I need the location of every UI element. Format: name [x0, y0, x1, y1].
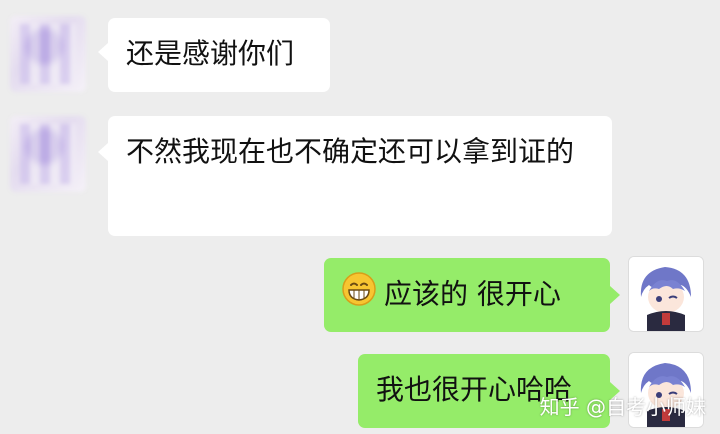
watermark: 知乎 @自考小师妹: [539, 395, 706, 419]
bubble-tail: [610, 286, 620, 304]
my-avatar[interactable]: [628, 256, 704, 332]
contact-avatar[interactable]: [10, 16, 86, 92]
bubble-tail: [98, 143, 108, 161]
message-bubble-incoming[interactable]: 不然我现在也不确定还可以拿到证的: [108, 116, 612, 236]
message-bubble-incoming[interactable]: 还是感谢你们: [108, 18, 330, 92]
message-bubble-outgoing[interactable]: 应该的 很开心: [324, 258, 610, 332]
message-text: 不然我现在也不确定还可以拿到证的: [126, 135, 575, 168]
message-text: 还是感谢你们: [126, 37, 295, 70]
message-text: 应该的 很开心: [384, 277, 561, 311]
contact-avatar[interactable]: [10, 116, 86, 192]
grinning-face-emoji-icon: [342, 272, 376, 319]
bubble-tail: [98, 43, 108, 61]
anime-character-icon: [629, 257, 703, 331]
